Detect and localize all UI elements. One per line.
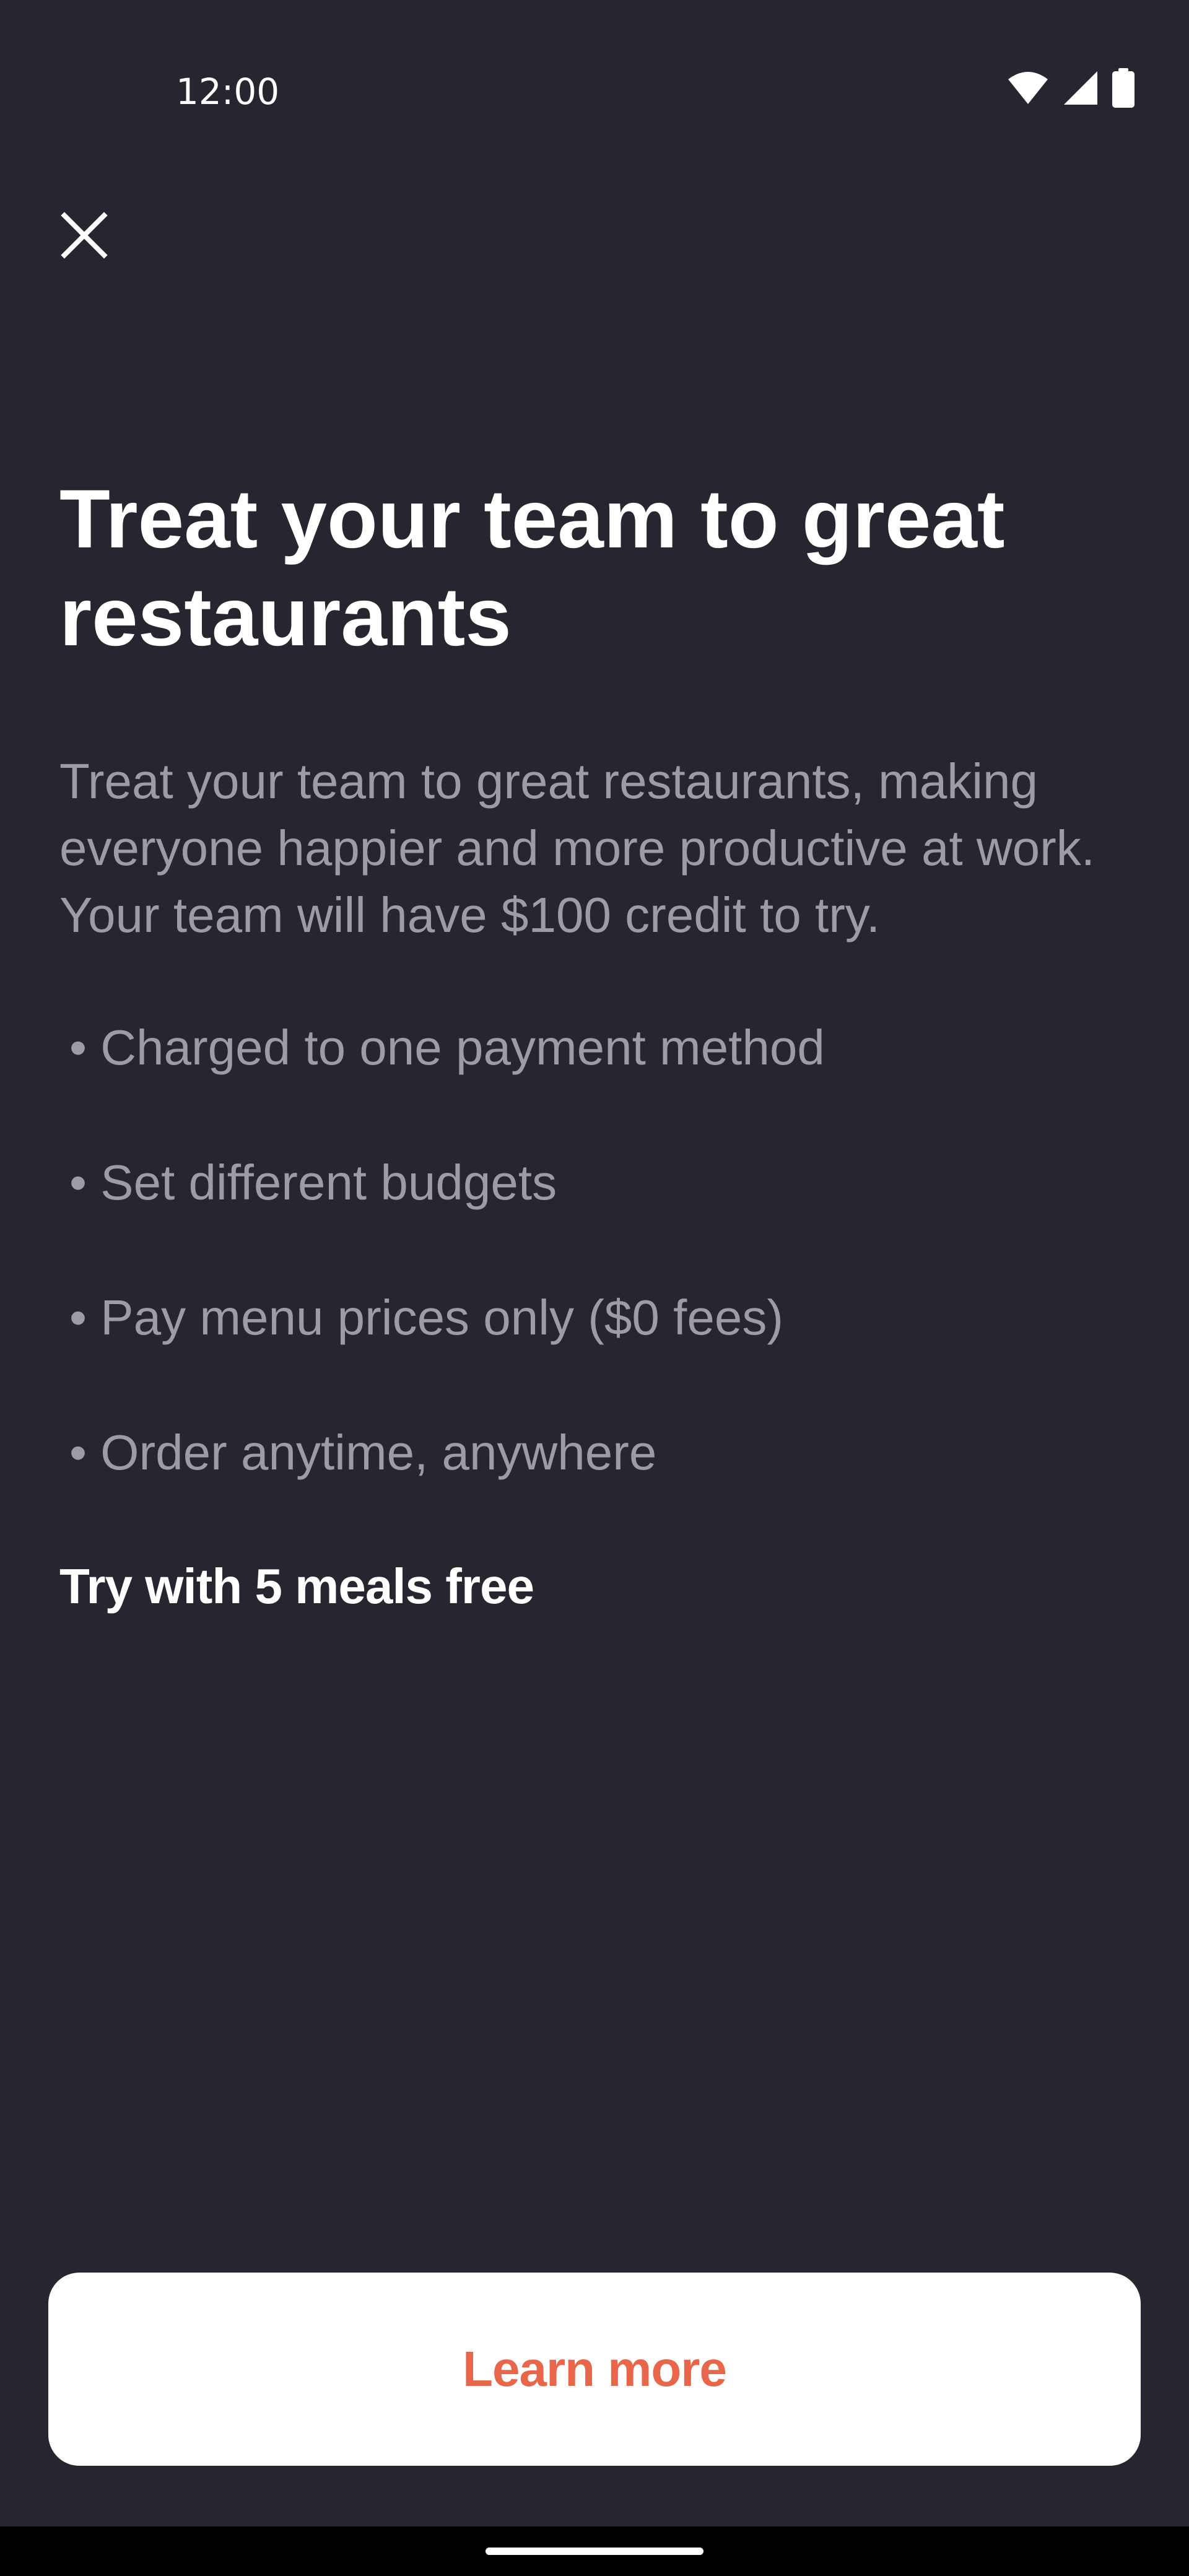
cellular-signal-icon: [1063, 70, 1099, 109]
status-time: 12:00: [176, 71, 280, 113]
description-text: Treat your team to great restaurants, ma…: [59, 754, 1095, 942]
screen: 12:00 Treat your team to great restauran…: [0, 0, 1189, 2576]
close-button[interactable]: [59, 211, 109, 260]
battery-icon: [1112, 67, 1135, 111]
page-title: Treat your team to great restaurants: [59, 473, 1005, 663]
learn-more-label: Learn more: [463, 2341, 727, 2396]
feature-item: • Pay menu prices only ($0 fees): [69, 1290, 783, 1345]
close-icon: [59, 212, 109, 263]
status-icons: [1007, 67, 1135, 111]
promo-text: Try with 5 meals free: [59, 1559, 534, 1614]
status-bar: 12:00: [0, 0, 1189, 186]
feature-item: • Charged to one payment method: [69, 1020, 825, 1075]
feature-list: • Charged to one payment method • Set di…: [69, 1014, 825, 1554]
learn-more-button[interactable]: Learn more: [48, 2273, 1141, 2466]
wifi-icon: [1007, 71, 1049, 108]
feature-item: • Order anytime, anywhere: [69, 1425, 657, 1480]
feature-item: • Set different budgets: [69, 1155, 557, 1210]
home-gesture-handle[interactable]: [486, 2548, 703, 2555]
